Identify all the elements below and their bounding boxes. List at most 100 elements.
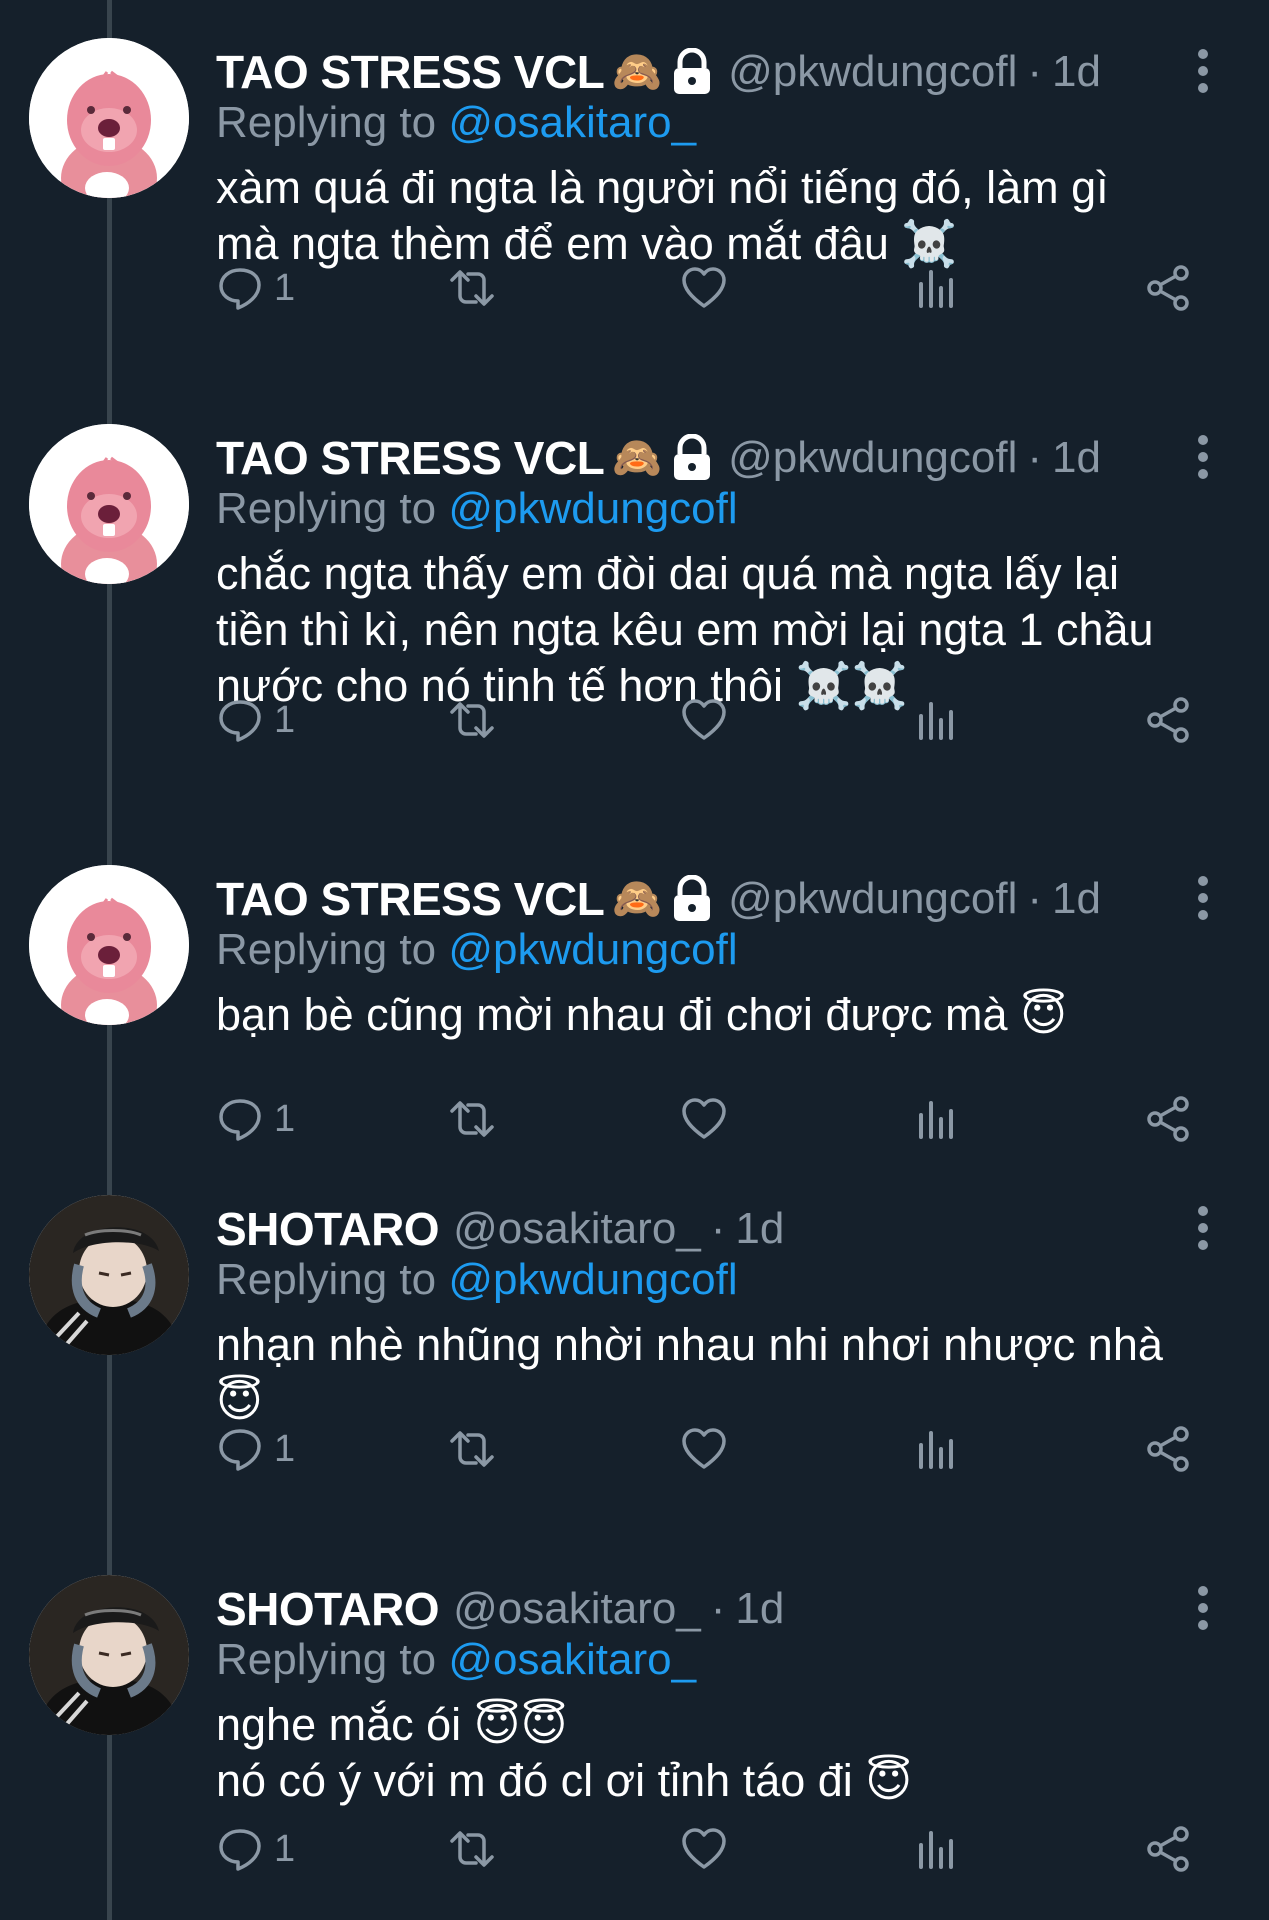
separator-dot: · <box>1027 874 1043 923</box>
timestamp[interactable]: 1d <box>1052 47 1101 97</box>
replying-to-label: Replying to <box>216 484 437 533</box>
avatar[interactable] <box>29 1575 189 1735</box>
avatar[interactable] <box>29 1195 189 1355</box>
retweet-icon <box>448 1825 496 1873</box>
tweet-text: nhạn nhè nhũng nhời nhau nhi nhơi nhược … <box>216 1317 1216 1429</box>
user-handle[interactable]: @osakitaro_ <box>453 1204 701 1254</box>
reply-count: 1 <box>274 266 296 309</box>
replying-to-mention[interactable]: @pkwdungcofl <box>448 925 737 974</box>
tweet-text-line: nghe mắc ói 😇😇 <box>216 1699 568 1750</box>
reply-button[interactable]: 1 <box>216 1819 295 1879</box>
tweet-text: chắc ngta thấy em đòi dai quá mà ngta lấ… <box>216 546 1216 714</box>
retweet-icon <box>448 696 496 744</box>
share-icon <box>1144 696 1192 744</box>
tweet-text-line: nó có ý với m đó cl ơi tỉnh táo đi 😇 <box>216 1755 913 1806</box>
replying-to-line: Replying to @pkwdungcofl <box>216 484 738 534</box>
heart-icon <box>680 1425 728 1473</box>
more-vertical-icon[interactable] <box>1191 48 1215 94</box>
views-button[interactable] <box>912 690 960 750</box>
views-button[interactable] <box>912 258 960 318</box>
user-handle[interactable]: @pkwdungcofl <box>728 433 1017 483</box>
replying-to-line: Replying to @pkwdungcofl <box>216 925 738 975</box>
more-vertical-icon[interactable] <box>1191 434 1215 480</box>
reply-count: 1 <box>274 698 296 741</box>
tweet-text-line: tiền thì kì, nên ngta kêu em mời lại ngt… <box>216 604 1154 655</box>
share-icon <box>1144 1425 1192 1473</box>
replying-to-mention[interactable]: @osakitaro_ <box>448 1635 696 1684</box>
share-button[interactable] <box>1144 690 1192 750</box>
replying-to-label: Replying to <box>216 1255 437 1304</box>
timestamp[interactable]: 1d <box>1052 874 1101 924</box>
tweet-text: bạn bè cũng mời nhau đi chơi được mà 😇 <box>216 987 1216 1043</box>
user-handle[interactable]: @pkwdungcofl <box>728 47 1017 97</box>
action-bar: 1 <box>216 258 1196 318</box>
reply-button[interactable]: 1 <box>216 1419 295 1479</box>
retweet-button[interactable] <box>448 1089 496 1149</box>
action-bar: 1 <box>216 1089 1196 1149</box>
display-name[interactable]: SHOTARO <box>216 1202 440 1256</box>
tweet-text: xàm quá đi ngta là người nổi tiếng đó, l… <box>216 160 1216 272</box>
user-handle[interactable]: @osakitaro_ <box>453 1584 701 1634</box>
reply-button[interactable]: 1 <box>216 258 295 318</box>
reply-bubble-icon <box>216 1425 264 1473</box>
replying-to-label: Replying to <box>216 1635 437 1684</box>
timestamp[interactable]: 1d <box>1052 433 1101 483</box>
separator-dot: · <box>710 1584 726 1633</box>
like-button[interactable] <box>680 690 728 750</box>
views-button[interactable] <box>912 1089 960 1149</box>
lock-icon <box>670 48 714 96</box>
display-name[interactable]: TAO STRESS VCL <box>216 872 605 926</box>
share-button[interactable] <box>1144 1419 1192 1479</box>
replying-to-mention[interactable]: @pkwdungcofl <box>448 484 737 533</box>
replying-to-line: Replying to @pkwdungcofl <box>216 1255 738 1305</box>
lock-icon <box>670 875 714 923</box>
more-vertical-icon[interactable] <box>1191 1205 1215 1251</box>
reply-count: 1 <box>274 1427 296 1470</box>
timestamp[interactable]: 1d <box>735 1584 784 1634</box>
avatar[interactable] <box>29 424 189 584</box>
like-button[interactable] <box>680 1419 728 1479</box>
like-button[interactable] <box>680 1819 728 1879</box>
reply-bubble-icon <box>216 264 264 312</box>
heart-icon <box>680 1095 728 1143</box>
replying-to-line: Replying to @osakitaro_ <box>216 1635 696 1685</box>
display-name[interactable]: TAO STRESS VCL <box>216 45 605 99</box>
share-button[interactable] <box>1144 1819 1192 1879</box>
views-button[interactable] <box>912 1419 960 1479</box>
tweet-text-line: bạn bè cũng mời nhau đi chơi được mà 😇 <box>216 989 1067 1040</box>
share-button[interactable] <box>1144 258 1192 318</box>
replying-to-mention[interactable]: @pkwdungcofl <box>448 1255 737 1304</box>
pink-beaver-avatar-icon <box>29 865 189 1025</box>
pink-beaver-avatar-icon <box>29 38 189 198</box>
display-name[interactable]: SHOTARO <box>216 1582 440 1636</box>
share-button[interactable] <box>1144 1089 1192 1149</box>
views-button[interactable] <box>912 1819 960 1879</box>
timestamp[interactable]: 1d <box>735 1204 784 1254</box>
retweet-button[interactable] <box>448 1419 496 1479</box>
share-icon <box>1144 1095 1192 1143</box>
heart-icon <box>680 1825 728 1873</box>
retweet-button[interactable] <box>448 1819 496 1879</box>
like-button[interactable] <box>680 258 728 318</box>
reply-button[interactable]: 1 <box>216 1089 295 1149</box>
user-handle[interactable]: @pkwdungcofl <box>728 874 1017 924</box>
pink-beaver-avatar-icon <box>29 424 189 584</box>
retweet-button[interactable] <box>448 258 496 318</box>
display-name[interactable]: TAO STRESS VCL <box>216 431 605 485</box>
monkey-emoji-badge: 🙈 <box>612 49 663 95</box>
reply-count: 1 <box>274 1097 296 1140</box>
bar-chart-icon <box>912 696 960 744</box>
reply-bubble-icon <box>216 1095 264 1143</box>
action-bar: 1 <box>216 1419 1196 1479</box>
reply-bubble-icon <box>216 696 264 744</box>
retweet-button[interactable] <box>448 690 496 750</box>
avatar[interactable] <box>29 38 189 198</box>
reply-count: 1 <box>274 1827 296 1870</box>
more-vertical-icon[interactable] <box>1191 875 1215 921</box>
avatar[interactable] <box>29 865 189 1025</box>
reply-button[interactable]: 1 <box>216 690 295 750</box>
replying-to-mention[interactable]: @osakitaro_ <box>448 98 696 147</box>
more-vertical-icon[interactable] <box>1191 1585 1215 1631</box>
tweet-text-line: nhạn nhè nhũng nhời nhau nhi nhơi nhược … <box>216 1319 1163 1370</box>
like-button[interactable] <box>680 1089 728 1149</box>
